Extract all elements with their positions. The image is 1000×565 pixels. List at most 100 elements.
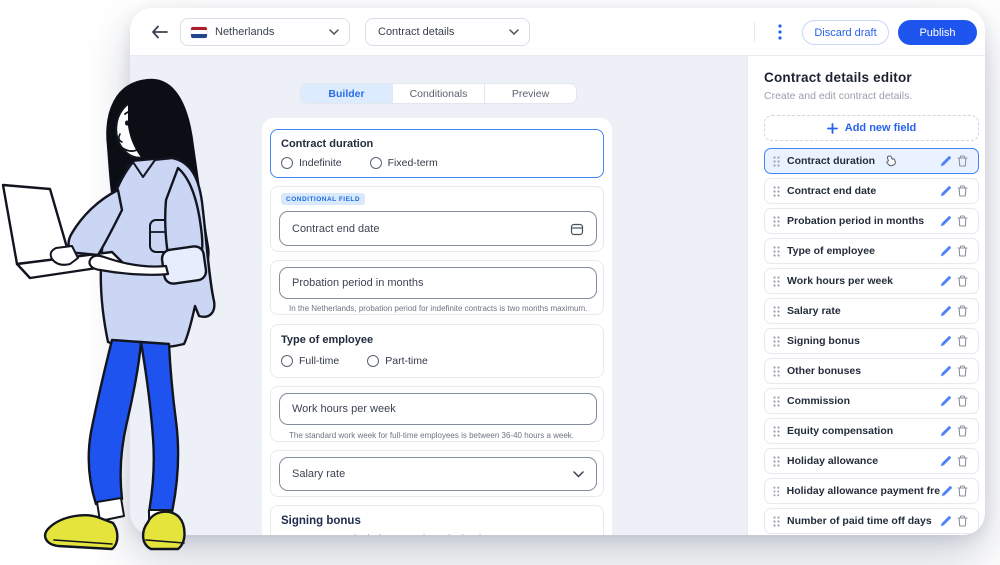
contract-duration-card[interactable]: Contract duration Indefinite Fixed-term [270,129,604,178]
work-hours-helper: The standard work week for full-time emp… [289,431,574,440]
trash-icon [957,185,968,197]
radio-fixed-term[interactable] [370,157,382,169]
delete-field-button[interactable] [954,305,970,317]
add-new-field-label: Add new field [845,122,917,134]
contract-details-editor-panel: Contract details editor Create and edit … [747,56,985,535]
publish-button[interactable]: Publish [898,20,977,45]
add-new-field-button[interactable]: Add new field [764,115,979,141]
chevron-down-icon [573,471,584,478]
radio-full-time[interactable] [281,355,293,367]
drag-handle-icon[interactable] [773,186,780,197]
drag-handle-icon[interactable] [773,156,780,167]
field-row-label: Work hours per week [787,275,893,287]
tab-conditionals[interactable]: Conditionals [393,84,485,103]
field-list: Contract duration Contract end date [764,148,977,534]
conditional-field-badge: CONDITIONAL FIELD [281,193,365,205]
field-row-label: Salary rate [787,305,841,317]
edit-field-button[interactable] [938,305,954,317]
template-select[interactable]: Contract details [365,18,530,46]
field-row[interactable]: Type of employee [764,238,979,264]
more-options-button[interactable] [771,22,789,42]
edit-field-button[interactable] [938,455,954,467]
drag-handle-icon[interactable] [773,306,780,317]
type-of-employee-card: Type of employee Full-time Part-time [270,324,604,378]
chevron-down-icon [329,29,339,35]
edit-field-button[interactable] [938,275,954,287]
field-row-label: Number of paid time off days [787,515,932,527]
builder-area: Builder Conditionals Preview Contract du… [130,56,747,535]
field-row[interactable]: Contract end date [764,178,979,204]
radio-part-time[interactable] [367,355,379,367]
drag-handle-icon[interactable] [773,426,780,437]
delete-field-button[interactable] [954,275,970,287]
drag-handle-icon[interactable] [773,516,780,527]
drag-handle-icon[interactable] [773,336,780,347]
delete-field-button[interactable] [954,515,970,527]
salary-rate-value: Salary rate [292,468,573,480]
field-row[interactable]: Work hours per week [764,268,979,294]
edit-field-button[interactable] [938,335,954,347]
field-row[interactable]: Other bonuses [764,358,979,384]
edit-field-button[interactable] [940,485,955,497]
work-hours-value: Work hours per week [292,403,584,415]
drag-handle-icon[interactable] [773,456,780,467]
trash-icon [957,275,968,287]
pencil-icon [940,215,952,227]
discard-draft-button[interactable]: Discard draft [802,20,889,45]
delete-field-button[interactable] [954,215,970,227]
delete-field-button[interactable] [954,365,970,377]
edit-field-button[interactable] [938,395,954,407]
trash-icon [957,305,968,317]
field-row[interactable]: Commission [764,388,979,414]
field-row[interactable]: Signing bonus [764,328,979,354]
work-hours-input[interactable]: Work hours per week [279,393,597,425]
field-row-label: Contract duration [787,155,875,167]
edit-field-button[interactable] [938,155,954,167]
pencil-icon [940,425,952,437]
field-row[interactable]: Holiday allowance payment fre... [764,478,979,504]
back-button[interactable] [148,21,172,43]
drag-handle-icon[interactable] [773,366,780,377]
salary-rate-select[interactable]: Salary rate [279,457,597,491]
delete-field-button[interactable] [954,335,970,347]
app-window: Netherlands Contract details Discard dra… [130,8,985,535]
country-select[interactable]: Netherlands [180,18,350,46]
field-row[interactable]: Probation period in months [764,208,979,234]
edit-field-button[interactable] [938,245,954,257]
drag-handle-icon[interactable] [773,276,780,287]
edit-field-button[interactable] [938,425,954,437]
field-row[interactable]: Holiday allowance [764,448,979,474]
drag-handle-icon[interactable] [773,246,780,257]
field-row[interactable]: Salary rate [764,298,979,324]
tab-preview[interactable]: Preview [485,84,576,103]
signing-bonus-label: Signing bonus [281,515,361,527]
edit-field-button[interactable] [938,365,954,377]
field-row[interactable]: Contract duration [764,148,979,174]
delete-field-button[interactable] [954,455,970,467]
chevron-down-icon [509,29,519,35]
sidebar-subtitle: Create and edit contract details. [764,90,977,102]
delete-field-button[interactable] [955,485,970,497]
delete-field-button[interactable] [954,155,970,167]
delete-field-button[interactable] [954,185,970,197]
tab-builder[interactable]: Builder [301,84,393,103]
delete-field-button[interactable] [954,395,970,407]
field-row[interactable]: Number of paid time off days [764,508,979,534]
delete-field-button[interactable] [954,245,970,257]
contract-end-date-input[interactable]: Contract end date [279,211,597,246]
calendar-icon[interactable] [570,222,584,236]
salary-rate-card: Salary rate [270,450,604,497]
drag-handle-icon[interactable] [773,396,780,407]
delete-field-button[interactable] [954,425,970,437]
edit-field-button[interactable] [938,215,954,227]
edit-field-button[interactable] [938,185,954,197]
drag-handle-icon[interactable] [773,486,780,497]
radio-indefinite[interactable] [281,157,293,169]
drag-handle-icon[interactable] [773,216,780,227]
edit-field-button[interactable] [938,515,954,527]
cursor-hand-icon [885,155,898,168]
field-row[interactable]: Equity compensation [764,418,979,444]
probation-input[interactable]: Probation period in months [279,267,597,299]
pencil-icon [940,305,952,317]
field-row-label: Other bonuses [787,365,861,377]
